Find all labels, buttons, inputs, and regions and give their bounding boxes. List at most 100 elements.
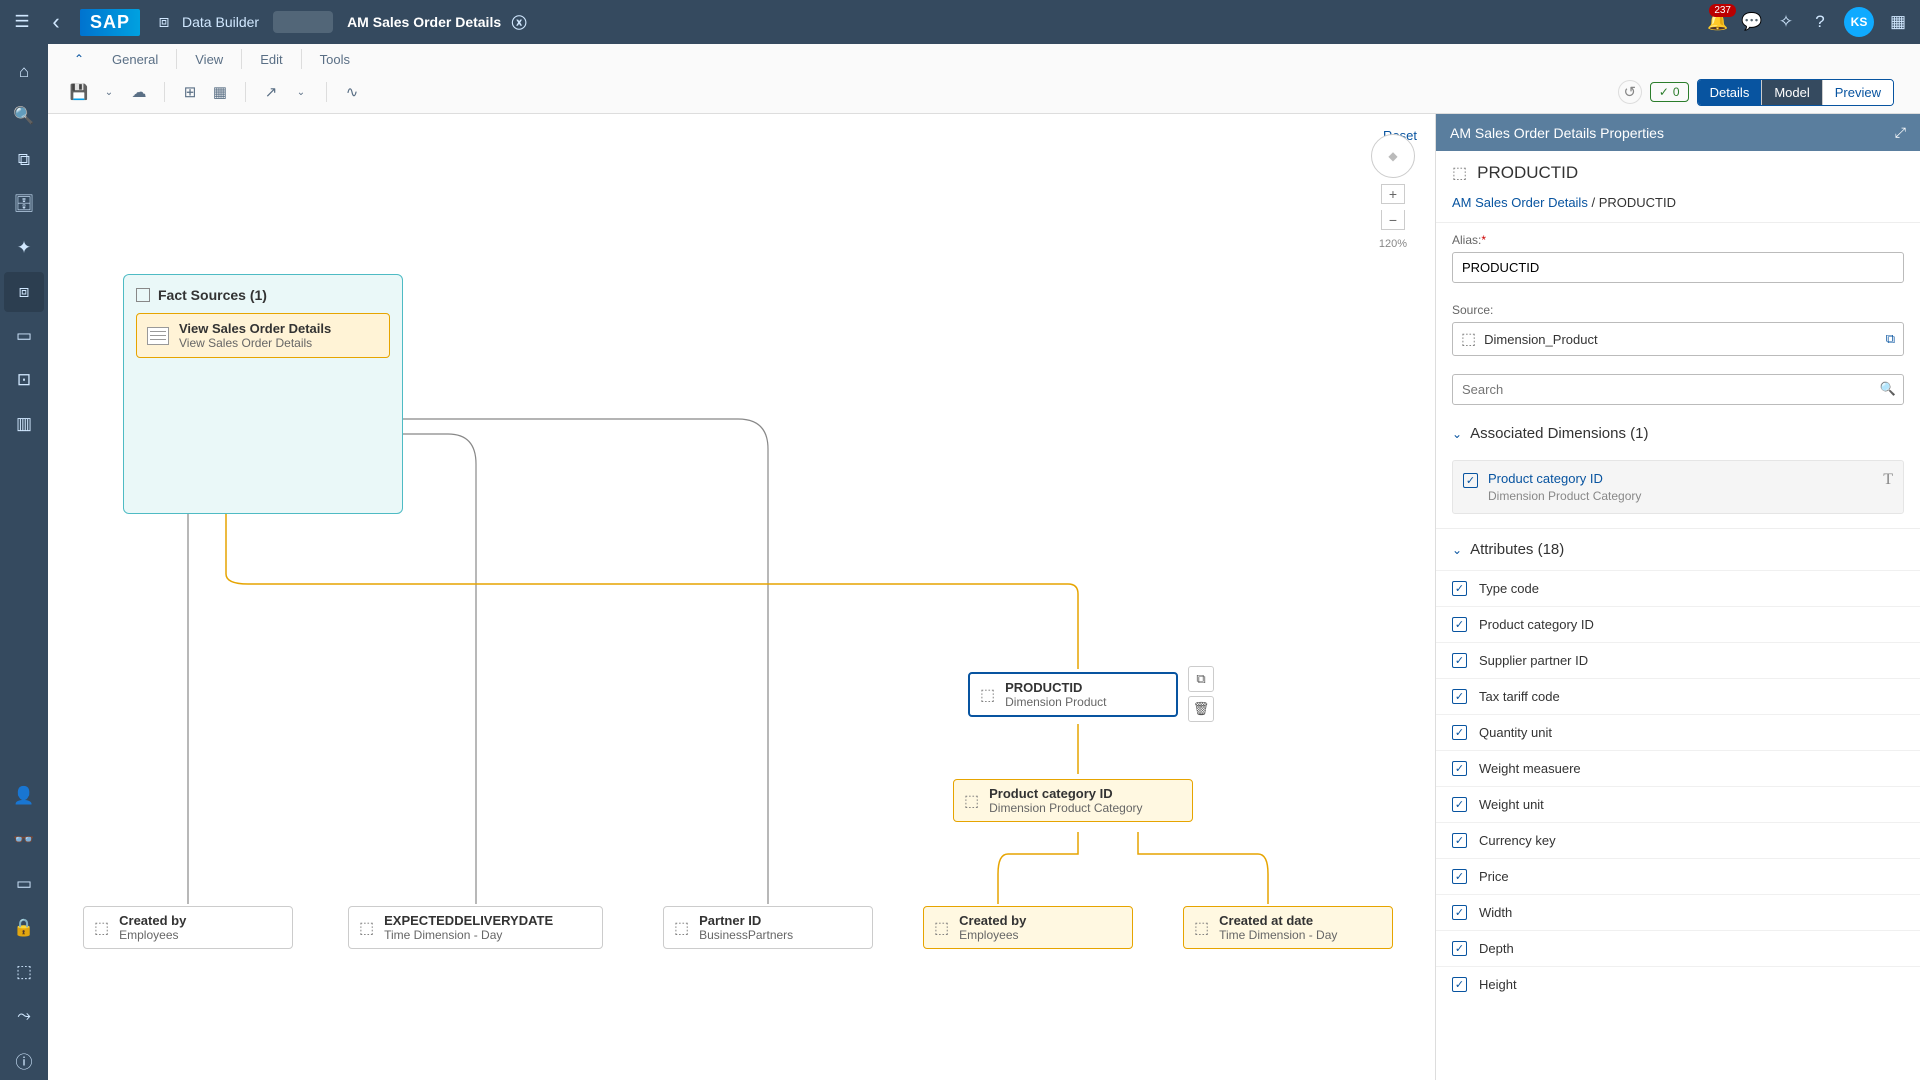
- checkbox-icon[interactable]: ✓: [1452, 653, 1467, 668]
- zoom-out-button[interactable]: −: [1381, 210, 1405, 230]
- feedback-icon[interactable]: 💬: [1742, 12, 1762, 32]
- checkbox-icon[interactable]: ✓: [1452, 941, 1467, 956]
- cube-icon: ⬚: [934, 918, 949, 938]
- validation-status[interactable]: ✓ 0: [1650, 82, 1689, 102]
- help-icon[interactable]: ?: [1810, 12, 1830, 32]
- source-field[interactable]: ⬚ Dimension_Product ⧉: [1452, 322, 1904, 356]
- zoom-in-button[interactable]: +: [1381, 184, 1405, 204]
- menu-view[interactable]: View: [177, 48, 241, 71]
- attribute-row[interactable]: ✓Height: [1436, 966, 1920, 1002]
- fact-source-node[interactable]: View Sales Order Details View Sales Orde…: [136, 313, 390, 358]
- rail-search-icon[interactable]: 🔍: [4, 96, 44, 136]
- checkbox-icon[interactable]: ✓: [1452, 689, 1467, 704]
- lineage-icon[interactable]: ∿: [337, 80, 367, 104]
- rail-book-icon[interactable]: ▭: [4, 864, 44, 904]
- rail-user-icon[interactable]: 👤: [4, 776, 44, 816]
- menu-tools[interactable]: Tools: [302, 48, 368, 71]
- assoc-item-subtitle: Dimension Product Category: [1488, 489, 1641, 503]
- collapse-icon[interactable]: ⌃: [64, 47, 94, 71]
- attribute-row[interactable]: ✓Depth: [1436, 930, 1920, 966]
- attribute-row[interactable]: ✓Quantity unit: [1436, 714, 1920, 750]
- node-created-at[interactable]: ⬚ Created at dateTime Dimension - Day: [1183, 906, 1393, 949]
- grid-menu-icon[interactable]: ▦: [1888, 12, 1908, 32]
- attribute-row[interactable]: ✓Product category ID: [1436, 606, 1920, 642]
- back-icon[interactable]: ‹: [46, 12, 66, 32]
- menu-edit[interactable]: Edit: [242, 48, 300, 71]
- rail-data-icon[interactable]: 🗄: [4, 184, 44, 224]
- save-icon[interactable]: 💾: [64, 80, 94, 104]
- checkbox-icon[interactable]: ✓: [1452, 617, 1467, 632]
- export-icon[interactable]: ↗: [256, 80, 286, 104]
- hierarchy-icon[interactable]: ⊞: [175, 80, 205, 104]
- tab-preview[interactable]: Preview: [1822, 80, 1893, 105]
- attribute-row[interactable]: ✓Price: [1436, 858, 1920, 894]
- rail-cube-icon[interactable]: ⬚: [4, 952, 44, 992]
- node-productid[interactable]: ⬚ PRODUCTID Dimension Product: [968, 672, 1178, 717]
- rail-info-icon[interactable]: ⓘ: [4, 1040, 44, 1080]
- attribute-row[interactable]: ✓Tax tariff code: [1436, 678, 1920, 714]
- checkbox-icon[interactable]: ✓: [1452, 869, 1467, 884]
- node-created-by-2[interactable]: ⬚ Created byEmployees: [923, 906, 1133, 949]
- checkbox-icon[interactable]: ✓: [1452, 797, 1467, 812]
- rail-lock-icon[interactable]: 🔒: [4, 908, 44, 948]
- rail-glasses-icon[interactable]: 👓: [4, 820, 44, 860]
- menu-general[interactable]: General: [94, 48, 176, 71]
- attribute-row[interactable]: ✓Weight measuere: [1436, 750, 1920, 786]
- attribute-row[interactable]: ✓Type code: [1436, 570, 1920, 606]
- menu-icon[interactable]: ☰: [12, 12, 32, 32]
- tab-model[interactable]: Model: [1761, 80, 1821, 105]
- rail-monitor-icon[interactable]: ⊡: [4, 360, 44, 400]
- pan-control[interactable]: [1371, 134, 1415, 178]
- rail-link-icon[interactable]: ⤳: [4, 996, 44, 1036]
- checkbox-icon[interactable]: ✓: [1463, 473, 1478, 488]
- assoc-item-title: Product category ID: [1488, 471, 1641, 486]
- node-expected-delivery[interactable]: ⬚ EXPECTEDDELIVERYDATETime Dimension - D…: [348, 906, 603, 949]
- checkbox-icon[interactable]: ✓: [1452, 581, 1467, 596]
- rail-package-icon[interactable]: ▭: [4, 316, 44, 356]
- deploy-icon[interactable]: ☁: [124, 80, 154, 104]
- attribute-label: Weight unit: [1479, 797, 1544, 812]
- avatar[interactable]: KS: [1844, 7, 1874, 37]
- breadcrumb-app[interactable]: Data Builder: [182, 14, 259, 30]
- tab-details[interactable]: Details: [1698, 80, 1762, 105]
- save-dropdown-icon[interactable]: ⌄: [94, 80, 124, 104]
- breadcrumb-root-link[interactable]: AM Sales Order Details: [1452, 195, 1588, 210]
- expand-panel-icon[interactable]: ⤢: [1895, 124, 1906, 141]
- node-open-icon[interactable]: ⧉: [1188, 666, 1214, 692]
- search-icon[interactable]: 🔍: [1880, 381, 1896, 397]
- attribute-row[interactable]: ✓Currency key: [1436, 822, 1920, 858]
- node-product-category[interactable]: ⬚ Product category ID Dimension Product …: [953, 779, 1193, 822]
- node-delete-icon[interactable]: 🗑: [1188, 696, 1214, 722]
- rail-home-icon[interactable]: ⌂: [4, 52, 44, 92]
- checkbox-icon[interactable]: ✓: [1452, 905, 1467, 920]
- attribute-row[interactable]: ✓Width: [1436, 894, 1920, 930]
- checkbox-icon[interactable]: ✓: [1452, 725, 1467, 740]
- checkbox-icon[interactable]: ✓: [1452, 761, 1467, 776]
- open-source-icon[interactable]: ⧉: [1886, 331, 1895, 347]
- history-icon[interactable]: ↺: [1618, 80, 1642, 104]
- attributes-header[interactable]: ⌄ Attributes (18): [1436, 528, 1920, 570]
- search-input[interactable]: [1452, 374, 1904, 405]
- rail-model-icon[interactable]: ✦: [4, 228, 44, 268]
- checkbox-icon[interactable]: ✓: [1452, 977, 1467, 992]
- export-dropdown-icon[interactable]: ⌄: [286, 80, 316, 104]
- close-tab-icon[interactable]: ⓧ: [509, 12, 529, 32]
- rail-tasks-icon[interactable]: ▥: [4, 404, 44, 444]
- node-partner-id[interactable]: ⬚ Partner IDBusinessPartners: [663, 906, 873, 949]
- alias-input[interactable]: [1452, 252, 1904, 283]
- canvas[interactable]: Reset + − 120%: [48, 114, 1435, 1080]
- product-switch-icon[interactable]: ✧: [1776, 12, 1796, 32]
- attribute-row[interactable]: ✓ Weight unit: [1436, 786, 1920, 822]
- attribute-row[interactable]: ✓Supplier partner ID: [1436, 642, 1920, 678]
- associated-dimensions-header[interactable]: ⌄ Associated Dimensions (1): [1436, 413, 1920, 454]
- node-created-by-1[interactable]: ⬚ Created byEmployees: [83, 906, 293, 949]
- breadcrumb-space-chip[interactable]: [273, 11, 333, 33]
- associated-dimension-row[interactable]: ✓ Product category ID Dimension Product …: [1452, 460, 1904, 514]
- breadcrumb-title[interactable]: AM Sales Order Details: [347, 14, 501, 30]
- rail-copy-icon[interactable]: ⧉: [4, 140, 44, 180]
- notifications-icon[interactable]: 🔔237: [1708, 12, 1728, 32]
- grid-icon[interactable]: ▦: [205, 80, 235, 104]
- rail-current-icon[interactable]: ⧈: [4, 272, 44, 312]
- checkbox-icon[interactable]: ✓: [1452, 833, 1467, 848]
- fact-sources-box[interactable]: Fact Sources (1) View Sales Order Detail…: [123, 274, 403, 514]
